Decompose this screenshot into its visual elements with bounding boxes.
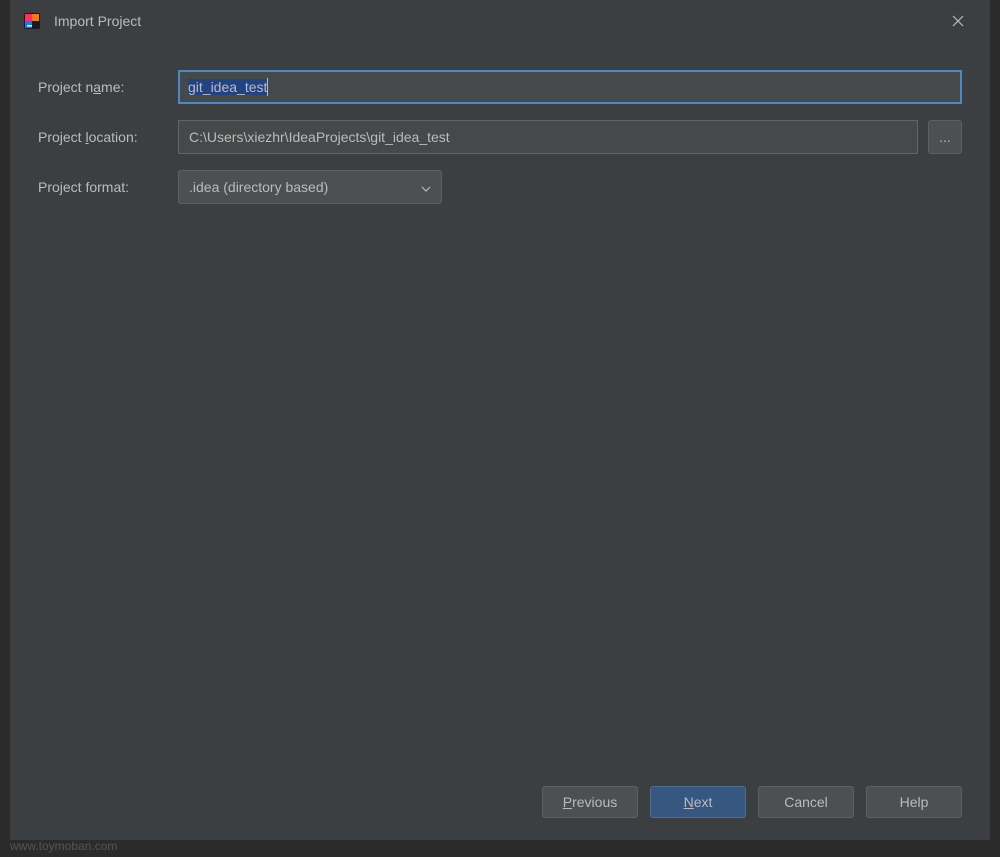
close-button[interactable] [938, 0, 978, 42]
project-location-row: Project location: C:\Users\xiezhr\IdeaPr… [38, 120, 962, 154]
cancel-button[interactable]: Cancel [758, 786, 854, 818]
ellipsis-icon: ... [939, 129, 951, 145]
dropdown-selected-value: .idea (directory based) [189, 179, 328, 195]
project-name-input[interactable]: git_idea_test [178, 70, 962, 104]
watermark-text: www.toymoban.com [10, 839, 117, 853]
dialog-title: Import Project [54, 13, 938, 29]
dialog-content: Project name: git_idea_test Project loca… [10, 42, 990, 768]
chevron-down-icon [421, 179, 431, 195]
project-name-row: Project name: git_idea_test [38, 70, 962, 104]
project-format-label: Project format: [38, 179, 178, 195]
project-name-label: Project name: [38, 79, 178, 95]
browse-location-button[interactable]: ... [928, 120, 962, 154]
intellij-icon [22, 11, 42, 31]
project-format-row: Project format: .idea (directory based) [38, 170, 962, 204]
project-location-label: Project location: [38, 129, 178, 145]
button-bar: Previous Next Cancel Help [10, 768, 990, 840]
project-location-input[interactable]: C:\Users\xiezhr\IdeaProjects\git_idea_te… [178, 120, 918, 154]
previous-button[interactable]: Previous [542, 786, 638, 818]
import-project-dialog: Import Project Project name: git_idea_te… [10, 0, 990, 840]
help-button[interactable]: Help [866, 786, 962, 818]
next-button[interactable]: Next [650, 786, 746, 818]
titlebar: Import Project [10, 0, 990, 42]
project-format-dropdown[interactable]: .idea (directory based) [178, 170, 442, 204]
close-icon [952, 15, 964, 27]
